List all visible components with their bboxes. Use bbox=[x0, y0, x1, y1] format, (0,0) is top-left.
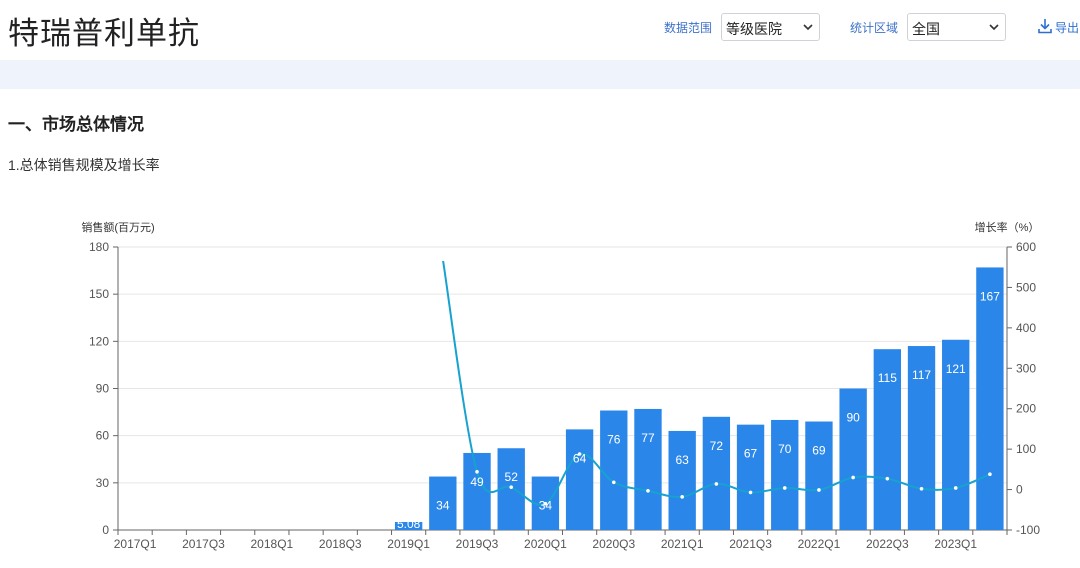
growth-point bbox=[988, 472, 992, 477]
y-tick-label: 150 bbox=[89, 287, 109, 301]
bar-value-label: 72 bbox=[710, 439, 724, 453]
x-tick-label: 2018Q3 bbox=[319, 537, 362, 551]
bar bbox=[565, 429, 594, 530]
growth-point bbox=[782, 486, 787, 490]
y-tick-label: 90 bbox=[96, 382, 110, 396]
bar-value-label: 5.08 bbox=[397, 517, 421, 531]
bar-value-label: 121 bbox=[946, 362, 966, 376]
region-label: 统计区域 bbox=[850, 21, 899, 35]
y2-tick-label: 200 bbox=[1016, 402, 1036, 416]
y2-tick-label: -100 bbox=[1016, 523, 1040, 537]
y2-tick-label: 600 bbox=[1016, 240, 1036, 254]
region-select[interactable]: 全国 bbox=[907, 13, 1006, 41]
chart-subtitle: 1.总体销售规模及增长率 bbox=[8, 157, 160, 173]
data-range-value: 等级医院 bbox=[726, 21, 782, 37]
y2-tick-label: 300 bbox=[1016, 361, 1036, 375]
bar-value-label: 76 bbox=[607, 433, 621, 447]
growth-point bbox=[714, 482, 719, 486]
x-tick-label: 2020Q1 bbox=[524, 537, 567, 551]
x-tick-label: 2020Q3 bbox=[592, 537, 635, 551]
x-tick-label: 2021Q3 bbox=[729, 537, 772, 551]
growth-point bbox=[509, 485, 514, 489]
bar bbox=[668, 430, 696, 530]
growth-point bbox=[680, 495, 684, 499]
y-tick-label: 60 bbox=[96, 429, 110, 443]
y2-tick-label: 400 bbox=[1016, 321, 1036, 335]
sales-chart: 0 30 60 90 120 150 180 -100 0 100 200 300 400 500 600 销… bbox=[81, 220, 1040, 551]
export-button[interactable]: 导出 bbox=[1037, 18, 1079, 37]
growth-point bbox=[953, 486, 958, 490]
growth-point bbox=[817, 488, 821, 492]
x-tick-label: 2023Q1 bbox=[934, 537, 977, 551]
growth-point bbox=[919, 486, 924, 491]
section-title: 一、市场总体情况 bbox=[8, 115, 144, 134]
region-value: 全国 bbox=[912, 21, 940, 37]
bar-value-label: 64 bbox=[573, 451, 587, 465]
bar-value-label: 67 bbox=[744, 447, 758, 461]
download-icon bbox=[1038, 19, 1052, 34]
bar-value-label: 34 bbox=[436, 499, 450, 513]
bar bbox=[702, 416, 731, 530]
bar bbox=[771, 419, 799, 530]
chevron-down-icon bbox=[803, 24, 813, 31]
growth-point bbox=[475, 469, 479, 474]
header-band bbox=[0, 60, 1080, 89]
bar-value-label: 63 bbox=[675, 453, 689, 467]
growth-point bbox=[851, 475, 855, 480]
bar bbox=[976, 267, 1004, 530]
x-tick-label: 2019Q3 bbox=[456, 537, 499, 551]
bar-value-label: 77 bbox=[641, 431, 655, 445]
bar-value-label: 49 bbox=[470, 475, 484, 489]
x-tick-label: 2018Q1 bbox=[251, 537, 294, 551]
y2-tick-label: 0 bbox=[1016, 483, 1023, 497]
bar-value-label: 69 bbox=[812, 444, 826, 458]
bar-value-label: 117 bbox=[912, 368, 931, 382]
bar bbox=[736, 424, 765, 530]
y-axis-title: 销售额(百万元) bbox=[81, 220, 154, 234]
growth-point bbox=[748, 490, 753, 495]
bar-value-label: 90 bbox=[846, 411, 860, 425]
y2-axis-title: 增长率（%） bbox=[975, 220, 1040, 234]
y2-tick-label: 100 bbox=[1016, 442, 1036, 456]
page-title: 特瑞普利单抗 bbox=[8, 16, 200, 51]
x-tick-label: 2021Q1 bbox=[661, 537, 704, 551]
x-tick-label: 2022Q1 bbox=[798, 537, 841, 551]
bar-value-label: 52 bbox=[505, 470, 519, 484]
export-label: 导出 bbox=[1055, 21, 1080, 35]
chevron-down-icon bbox=[989, 24, 999, 31]
y-tick-label: 30 bbox=[96, 476, 110, 490]
bar bbox=[600, 410, 628, 530]
x-tick-label: 2019Q1 bbox=[387, 537, 430, 551]
x-tick-label: 2017Q1 bbox=[114, 537, 157, 551]
data-range-label: 数据范围 bbox=[664, 21, 713, 35]
y2-tick-label: 500 bbox=[1016, 280, 1036, 294]
bar bbox=[805, 421, 833, 530]
bar-value-label: 167 bbox=[980, 289, 1000, 303]
growth-point bbox=[646, 488, 650, 493]
x-tick-label: 2017Q3 bbox=[182, 537, 225, 551]
y-tick-label: 180 bbox=[89, 240, 109, 254]
growth-point bbox=[611, 480, 616, 485]
bar-value-label: 34 bbox=[539, 499, 553, 513]
y-tick-label: 0 bbox=[102, 523, 109, 537]
bar bbox=[634, 408, 662, 530]
bar-value-label: 70 bbox=[778, 442, 792, 456]
growth-point bbox=[885, 476, 890, 481]
y-tick-label: 120 bbox=[89, 334, 109, 348]
data-range-select[interactable]: 等级医院 bbox=[721, 13, 820, 41]
x-tick-label: 2022Q3 bbox=[866, 537, 909, 551]
bar-value-label: 115 bbox=[878, 371, 897, 385]
